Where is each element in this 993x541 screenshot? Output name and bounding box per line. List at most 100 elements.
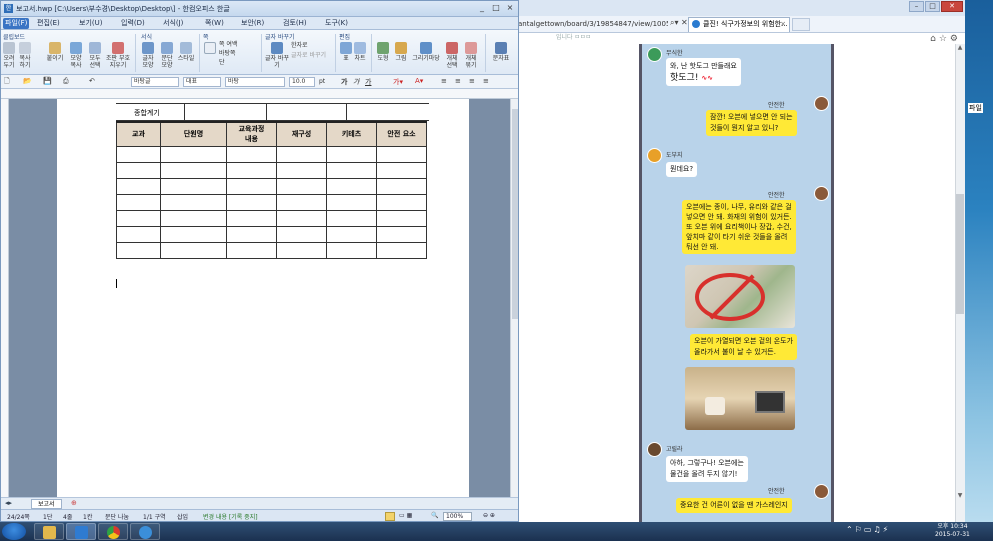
taskbar-ie[interactable]	[130, 523, 160, 540]
table-cell[interactable]	[376, 193, 427, 211]
table-cell[interactable]	[326, 225, 377, 243]
menu-edit[interactable]: 편집(E)	[35, 18, 62, 29]
table-row[interactable]	[116, 145, 427, 163]
table-row[interactable]	[116, 161, 427, 179]
maximize-button[interactable]: □	[490, 3, 502, 12]
scrollbar-thumb[interactable]	[956, 194, 964, 314]
table-cell[interactable]	[226, 161, 277, 179]
close-button[interactable]: ×	[504, 3, 516, 12]
taskbar-chrome[interactable]	[98, 523, 128, 540]
open-file-icon[interactable]: 📂	[23, 77, 32, 85]
table-cell[interactable]	[116, 209, 161, 227]
start-button[interactable]	[2, 523, 26, 540]
style-button[interactable]: 스타일	[177, 42, 195, 62]
desktop-icon-label[interactable]: 파일	[968, 103, 983, 113]
bold-button[interactable]: 가	[341, 77, 347, 87]
table-cell[interactable]	[376, 177, 427, 195]
object-group-button[interactable]: 개체 묶기	[462, 42, 480, 69]
save-icon[interactable]: 💾	[43, 77, 52, 85]
vertical-ruler[interactable]	[1, 99, 9, 497]
copy-button[interactable]: 복사하기	[18, 42, 32, 69]
new-tab-button[interactable]	[792, 18, 810, 31]
minimize-button[interactable]: _	[476, 3, 488, 12]
table-cell[interactable]	[326, 241, 377, 259]
remove-codes-button[interactable]: 조판 부호 지우기	[105, 42, 131, 69]
table-cell[interactable]	[226, 193, 277, 211]
size-input[interactable]: 10.0	[289, 77, 315, 87]
print-icon[interactable]: ⎙	[63, 77, 69, 86]
menu-format[interactable]: 서식(J)	[161, 18, 185, 29]
font-select[interactable]: 바탕	[225, 77, 285, 87]
table-cell[interactable]	[376, 241, 427, 259]
table-cell[interactable]	[116, 145, 161, 163]
replace-button[interactable]: 글자 바꾸기	[265, 42, 289, 69]
hanja-button[interactable]: 한자로	[291, 42, 325, 49]
table-row[interactable]	[116, 193, 427, 211]
table-cell[interactable]	[326, 209, 377, 227]
picture-button[interactable]: 그림	[393, 42, 409, 62]
align-left-icon[interactable]: ≡	[441, 77, 447, 85]
table-cell[interactable]	[116, 177, 161, 195]
status-track[interactable]: 변경 내용 [기록 중지]	[203, 512, 258, 521]
justify-icon[interactable]: ≡	[483, 77, 489, 85]
table-row[interactable]	[116, 225, 427, 243]
table-cell[interactable]	[276, 145, 327, 163]
zoom-buttons-icon[interactable]: ⊖ ⊕	[483, 512, 495, 519]
table-cell[interactable]	[326, 193, 377, 211]
align-center-icon[interactable]: ≡	[455, 77, 461, 85]
cut-button[interactable]: 오려두기	[2, 42, 16, 69]
columns-button[interactable]: 단	[219, 59, 259, 66]
table-cell[interactable]	[226, 177, 277, 195]
scroll-down-icon[interactable]: ▼	[955, 492, 965, 502]
menu-tools[interactable]: 도구(K)	[323, 18, 350, 29]
clock[interactable]: 오후 10:34 2015-07-31	[935, 523, 970, 539]
align-right-icon[interactable]: ≡	[469, 77, 475, 85]
page-icon-button[interactable]	[203, 42, 217, 55]
table-cell[interactable]	[160, 241, 227, 259]
chart-button[interactable]: 차트	[353, 42, 367, 62]
shape-button[interactable]: 도형	[375, 42, 391, 62]
zoom-icon[interactable]: 🔍	[431, 512, 438, 519]
table-cell[interactable]	[160, 193, 227, 211]
highlight-icon[interactable]: A▾	[415, 77, 423, 85]
language-select[interactable]: 대표	[183, 77, 221, 87]
italic-button[interactable]: 가	[353, 77, 359, 87]
scroll-up-icon[interactable]: ▲	[955, 44, 965, 54]
gallery-button[interactable]: 그리기마당	[411, 42, 441, 62]
table-row[interactable]	[116, 209, 427, 227]
zoom-select[interactable]: 100%	[443, 512, 473, 521]
table-cell[interactable]	[226, 225, 277, 243]
browser-tab[interactable]: 클진! 식구가정보의 위험한... ×	[688, 17, 790, 32]
sheet-tab[interactable]: 보고서	[31, 499, 62, 509]
to-text-button[interactable]: 글자로 바꾸기	[291, 52, 335, 59]
taskbar-explorer[interactable]	[34, 523, 64, 540]
table-cell[interactable]	[160, 177, 227, 195]
document-scrollbar[interactable]	[510, 99, 518, 497]
table-cell[interactable]	[116, 225, 161, 243]
maximize-button[interactable]: □	[925, 1, 940, 12]
format-copy-button[interactable]: 모양 복사	[67, 42, 85, 69]
char-shape-button[interactable]: 글자 모양	[139, 42, 157, 69]
url-field[interactable]: antalgettown/board/3/19854847/view/10050…	[518, 18, 668, 30]
table-button[interactable]: 표	[339, 42, 353, 62]
table-cell[interactable]	[326, 161, 377, 179]
undo-icon[interactable]: ↶	[89, 77, 95, 85]
menu-file[interactable]: 파일(F)	[3, 18, 30, 29]
table-cell[interactable]	[376, 209, 427, 227]
style-select[interactable]: 바탕글	[131, 77, 179, 87]
minimize-button[interactable]: –	[909, 1, 924, 12]
close-tab-icon[interactable]: ×	[780, 18, 786, 31]
paste-button[interactable]: 붙이기	[45, 42, 65, 62]
tab-nav-icon[interactable]: ◂▸	[5, 499, 12, 507]
view-mode-icon[interactable]	[385, 512, 395, 521]
table-cell[interactable]	[226, 241, 277, 259]
table-cell[interactable]	[376, 145, 427, 163]
layout-icon[interactable]: ▭ ▦	[399, 512, 412, 519]
new-file-icon[interactable]: 🗋	[4, 77, 10, 88]
table-cell[interactable]	[160, 145, 227, 163]
table-cell[interactable]	[116, 241, 161, 259]
table-cell[interactable]	[276, 225, 327, 243]
master-page-button[interactable]: 바탕쪽	[219, 50, 259, 57]
table-cell[interactable]	[160, 161, 227, 179]
horizontal-ruler[interactable]	[1, 89, 518, 99]
